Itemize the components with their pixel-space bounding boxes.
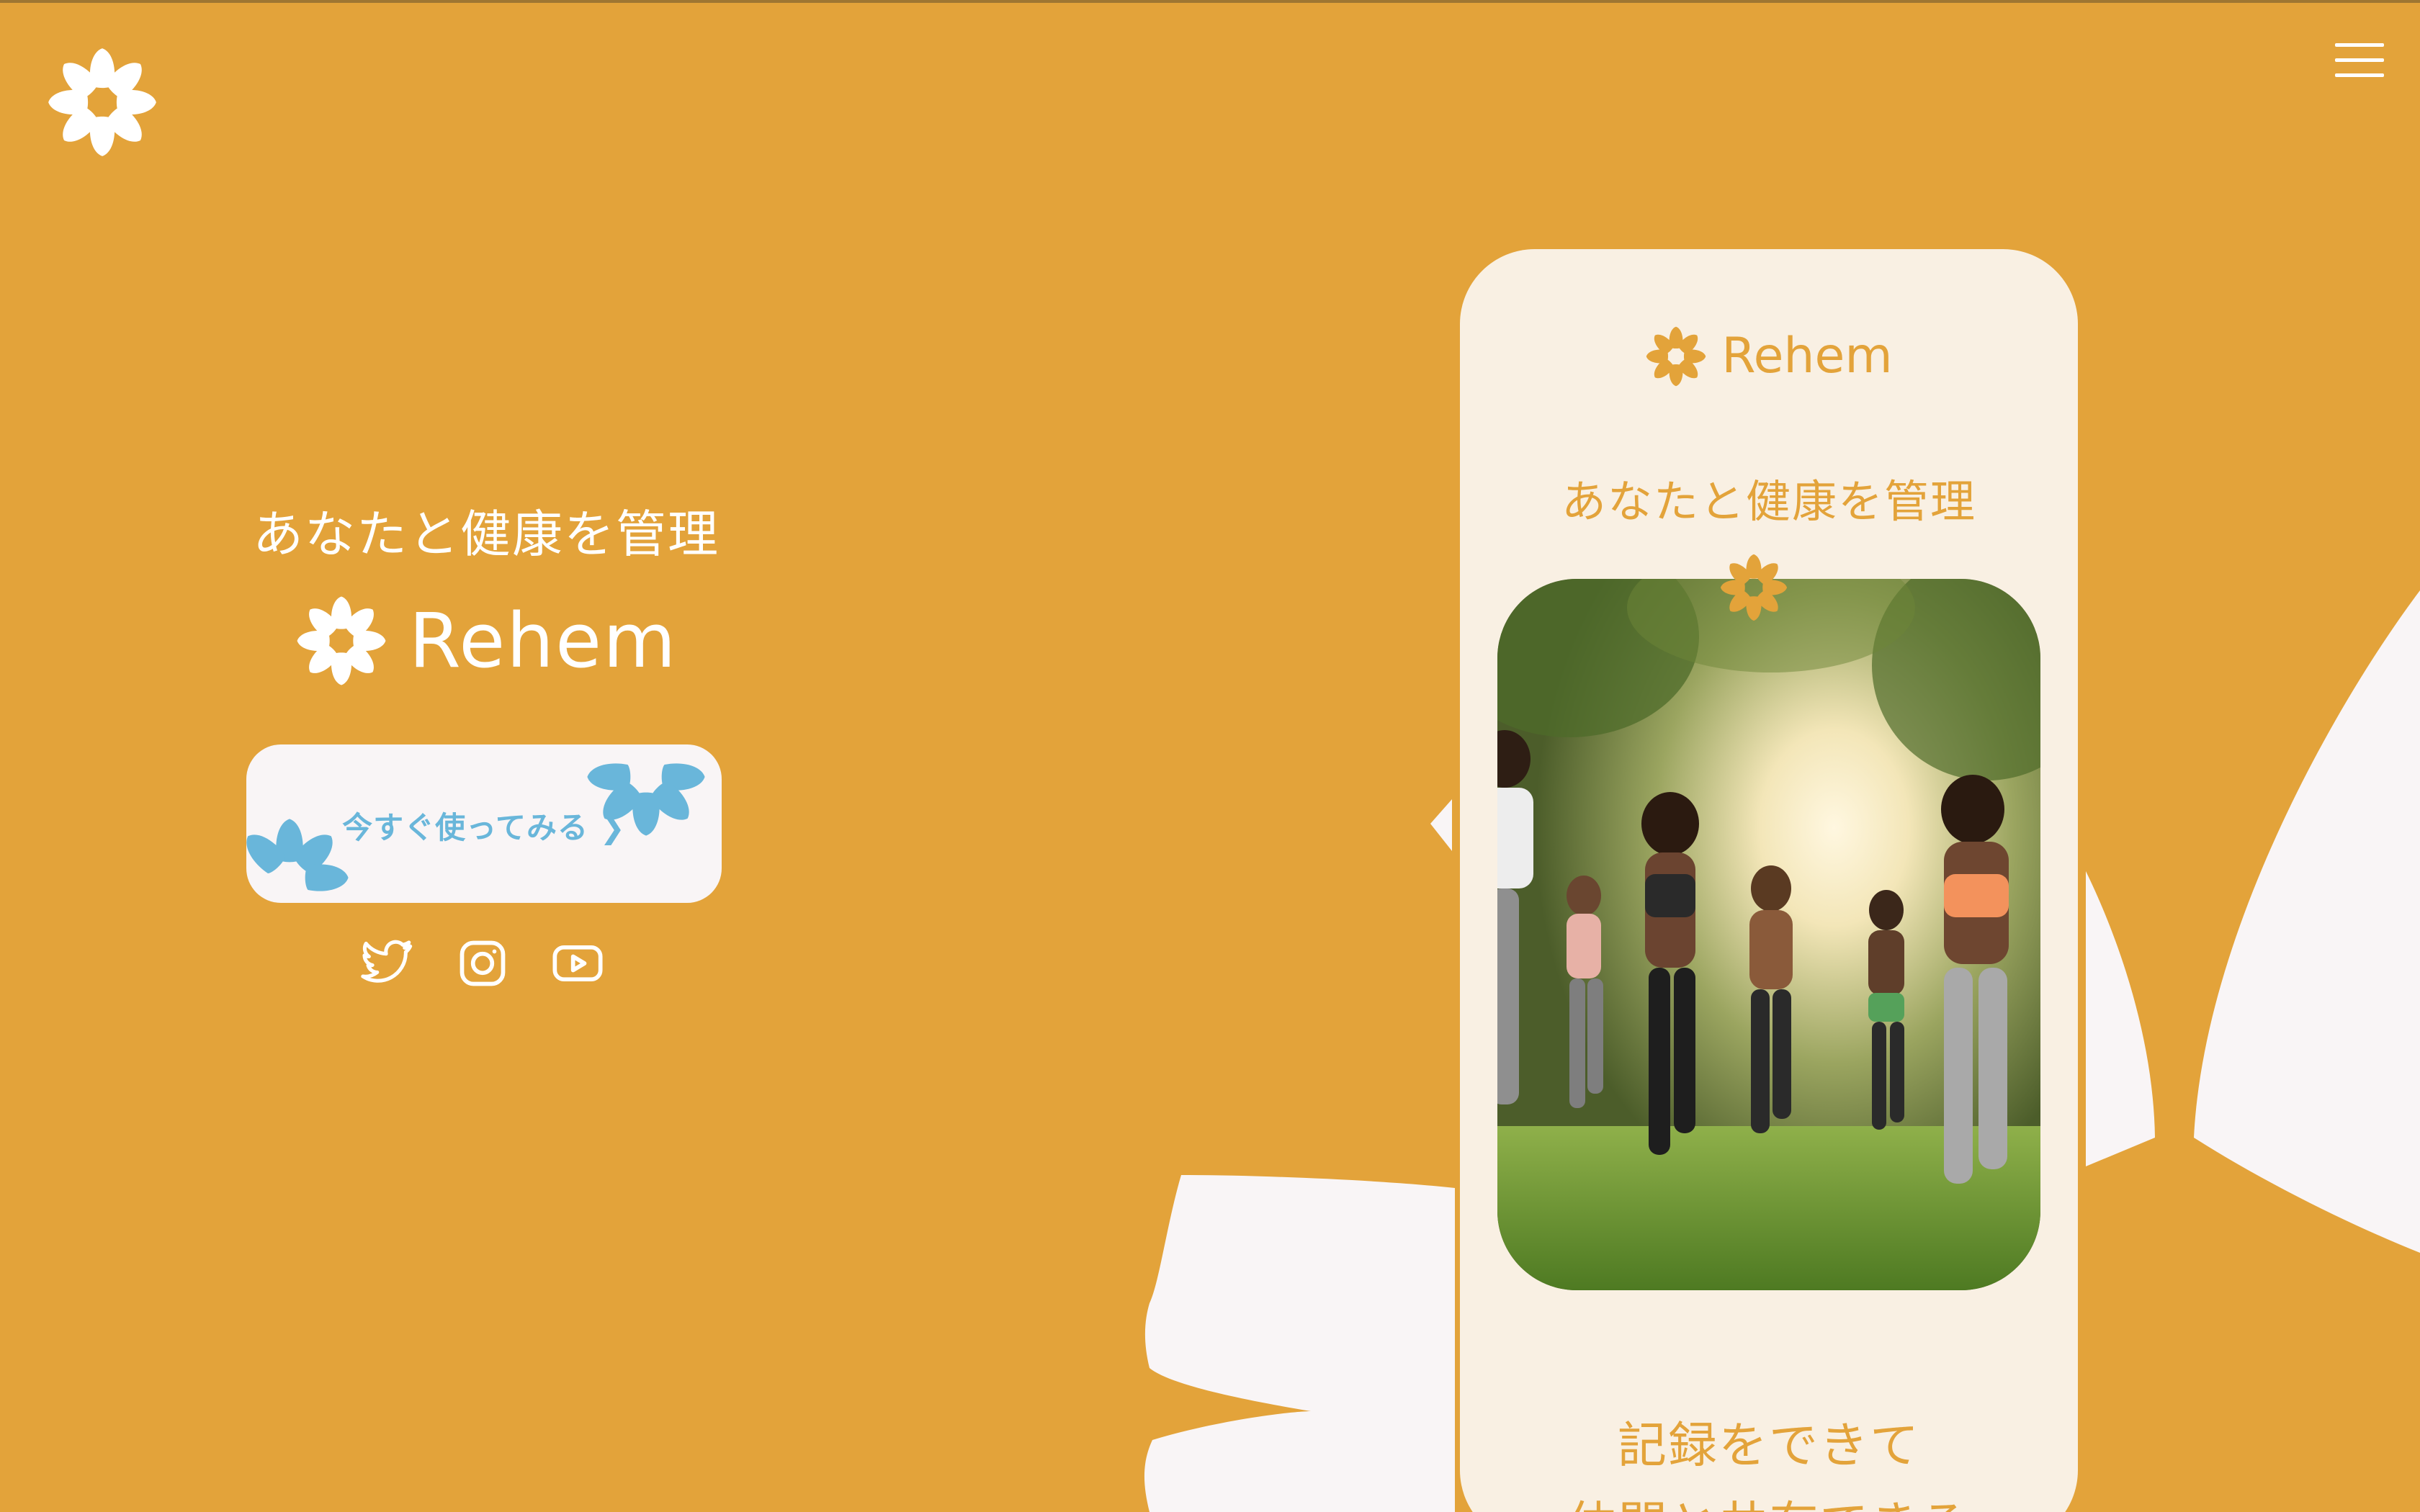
flower-decoration-icon: [1720, 554, 1788, 621]
flower-logo-icon: [297, 596, 386, 685]
menu-line-icon: [2335, 73, 2384, 77]
menu-line-icon: [2335, 43, 2384, 47]
menu-line-icon: [2335, 58, 2384, 62]
hamburger-menu-button[interactable]: [2335, 43, 2384, 78]
phone-caption-line1: 記録をできて: [1617, 1418, 1920, 1475]
hero-tagline: あなたと健康を管理: [253, 505, 720, 564]
flower-logo-icon[interactable]: [46, 46, 158, 158]
brand-name: Rehem: [408, 597, 678, 685]
try-now-label: 今すぐ使ってみる ❯: [342, 810, 626, 845]
flower-logo-icon: [1646, 326, 1706, 387]
phone-brand-name: Rehem: [1721, 328, 1893, 384]
phone-tagline: あなたと健康を管理: [1561, 475, 1976, 528]
hero-brand: Rehem: [223, 595, 749, 687]
hero-section: あなたと健康を管理 Rehem: [223, 504, 749, 687]
phone-caption-line2: 仲間と共有できる: [1460, 1485, 2078, 1512]
youtube-icon[interactable]: [550, 936, 605, 991]
instagram-icon[interactable]: [455, 936, 510, 991]
twitter-icon[interactable]: [360, 936, 415, 991]
social-links: [360, 936, 605, 991]
jogging-group-photo: [1497, 579, 2040, 1290]
try-now-button[interactable]: 今すぐ使ってみる ❯: [246, 744, 722, 903]
landing-page: あなたと健康を管理 Rehem 今すぐ使ってみる ❯ Rehem あなたと健康を…: [0, 0, 2420, 1512]
phone-brand: Rehem: [1460, 325, 2078, 387]
phone-mockup: Rehem あなたと健康を管理 記録をできて: [1460, 249, 2078, 1512]
